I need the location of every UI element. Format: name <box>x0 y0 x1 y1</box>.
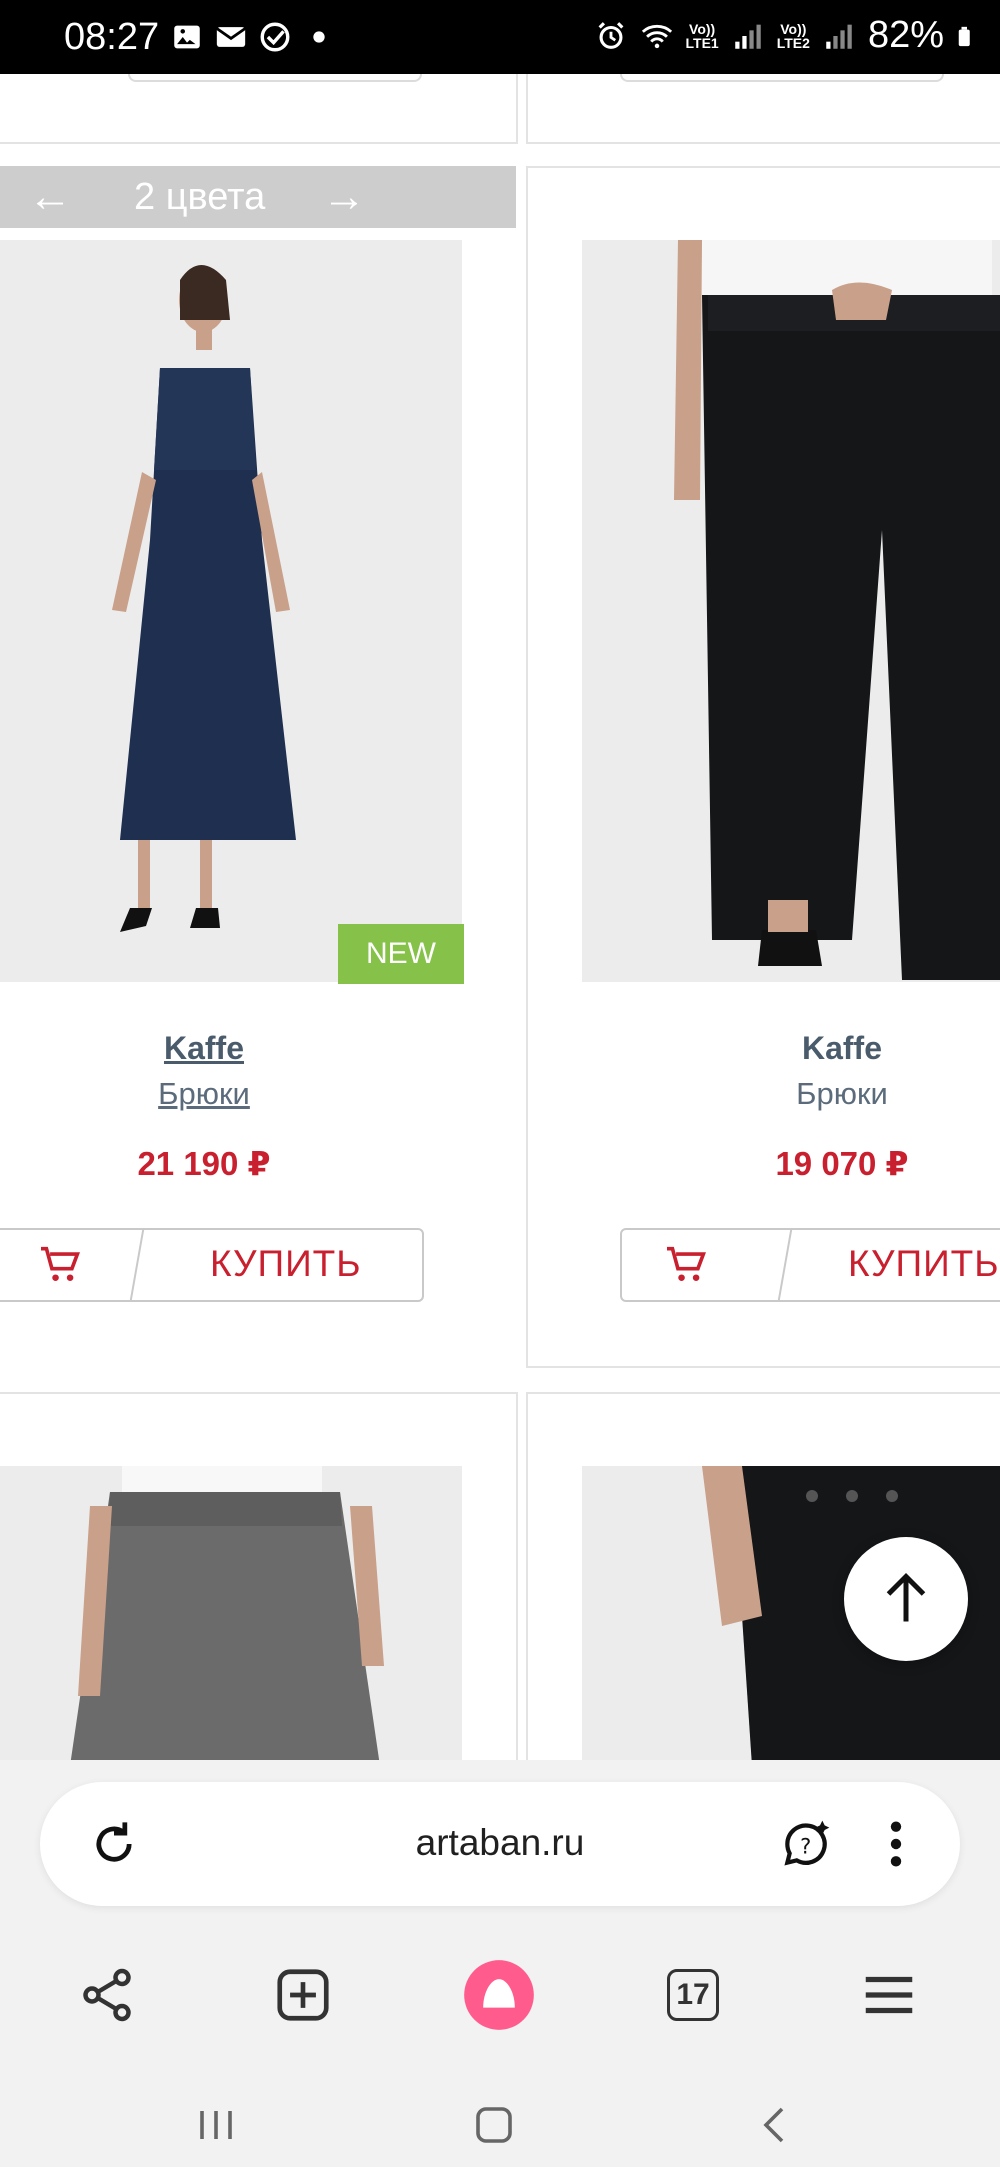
status-time: 08:27 <box>64 16 160 58</box>
product-image[interactable] <box>0 240 462 982</box>
product-brand-link[interactable]: Kaffe <box>54 1030 354 1067</box>
tabs-button[interactable]: 17 <box>648 1950 738 2040</box>
product-brand[interactable]: Kaffe <box>692 1030 992 1067</box>
alice-icon <box>464 1960 534 2030</box>
browser-toolbar: artaban.ru ? 17 <box>0 1760 1000 2167</box>
button-divider <box>129 1228 145 1302</box>
new-tab-button[interactable] <box>258 1950 348 2040</box>
back-icon <box>763 2107 784 2143</box>
dot-icon <box>313 31 325 43</box>
menu-button[interactable] <box>844 1950 934 2040</box>
tabs-count: 17 <box>676 1978 710 2011</box>
signal-icon <box>734 24 761 49</box>
arrow-right-icon[interactable]: → <box>322 172 366 222</box>
cart-icon <box>41 1246 80 1281</box>
battery-icon <box>958 26 970 46</box>
product-price: 21 190 ₽ <box>137 1145 271 1182</box>
product-card-previous-right[interactable] <box>526 74 1000 144</box>
color-switcher[interactable]: ← 2 цвета → <box>0 166 516 228</box>
product-grid: ← 2 цвета → NEW Kaffe Брюки 21 190 ₽ КУП… <box>0 74 1000 1760</box>
grey-trousers-photo <box>0 1466 462 1760</box>
product-card-previous-left[interactable] <box>0 74 518 144</box>
gallery-icon <box>174 25 200 49</box>
status-bar: 08:27 Vo)) LTE1 Vo)) LTE2 82% <box>0 0 1000 74</box>
system-status-icons: Vo)) LTE1 Vo)) LTE2 82% <box>594 14 978 57</box>
more-options-button[interactable] <box>866 1814 926 1874</box>
button-divider <box>777 1228 793 1302</box>
share-button[interactable] <box>62 1950 152 2040</box>
home-button[interactable] <box>454 2090 534 2160</box>
browser-nav-bar: 17 <box>0 1950 1000 2050</box>
buy-button-group: КУПИТЬ <box>0 1228 424 1302</box>
more-icon <box>890 1821 902 1867</box>
product-image[interactable] <box>0 1466 462 1760</box>
cart-icon <box>667 1246 706 1281</box>
product-price: 19 070 ₽ <box>775 1145 909 1182</box>
system-nav-bar <box>0 2090 1000 2160</box>
add-to-cart-button[interactable] <box>0 1230 126 1300</box>
trousers-photo <box>582 240 1000 982</box>
new-tab-icon <box>277 1969 329 2021</box>
new-badge: NEW <box>338 924 464 984</box>
sim2-label: LTE2 <box>776 34 810 51</box>
home-icon <box>476 2107 512 2143</box>
battery-percent: 82% <box>867 14 944 56</box>
check-circle-icon <box>260 22 290 52</box>
colors-count-label: 2 цвета <box>134 176 266 218</box>
product-category-link[interactable]: Брюки <box>54 1076 354 1112</box>
scroll-top-button[interactable] <box>844 1537 968 1661</box>
sim2-indicator: Vo)) LTE2 <box>777 22 810 50</box>
notification-icons <box>170 20 336 54</box>
alarm-icon <box>598 21 623 49</box>
volte-label-2: Vo)) <box>780 20 807 37</box>
product-category[interactable]: Брюки <box>692 1076 992 1112</box>
product-image[interactable] <box>582 240 1000 982</box>
buy-button-stub <box>620 74 944 82</box>
buy-button-stub <box>128 74 422 82</box>
ai-chat-button[interactable]: ? <box>776 1814 836 1874</box>
dress-photo <box>0 240 462 982</box>
mail-icon <box>216 27 246 47</box>
signal-icon-2 <box>826 24 852 49</box>
tabs-icon: 17 <box>667 1969 719 2021</box>
recent-apps-icon <box>200 2111 232 2139</box>
buy-button[interactable]: КУПИТЬ <box>210 1243 362 1285</box>
recent-apps-button[interactable] <box>176 2090 256 2160</box>
address-bar[interactable]: artaban.ru ? <box>40 1782 960 1906</box>
buy-button[interactable]: КУПИТЬ <box>848 1243 1000 1285</box>
buy-button-group: КУПИТЬ <box>620 1228 1000 1302</box>
volte-label: Vo)) <box>689 20 716 37</box>
alice-button[interactable] <box>454 1950 544 2040</box>
wifi-icon <box>641 24 672 48</box>
share-icon <box>83 1968 131 2022</box>
arrow-left-icon[interactable]: ← <box>28 172 72 222</box>
back-button[interactable] <box>736 2090 816 2160</box>
svg-text:?: ? <box>800 1834 811 1858</box>
sim1-label: LTE1 <box>685 34 719 51</box>
sim1-indicator: Vo)) LTE1 <box>686 22 719 50</box>
ai-chat-icon: ? <box>784 1820 830 1866</box>
add-to-cart-button[interactable] <box>622 1230 752 1300</box>
scroll-top-icon <box>886 1572 926 1622</box>
menu-icon <box>865 1976 913 2014</box>
